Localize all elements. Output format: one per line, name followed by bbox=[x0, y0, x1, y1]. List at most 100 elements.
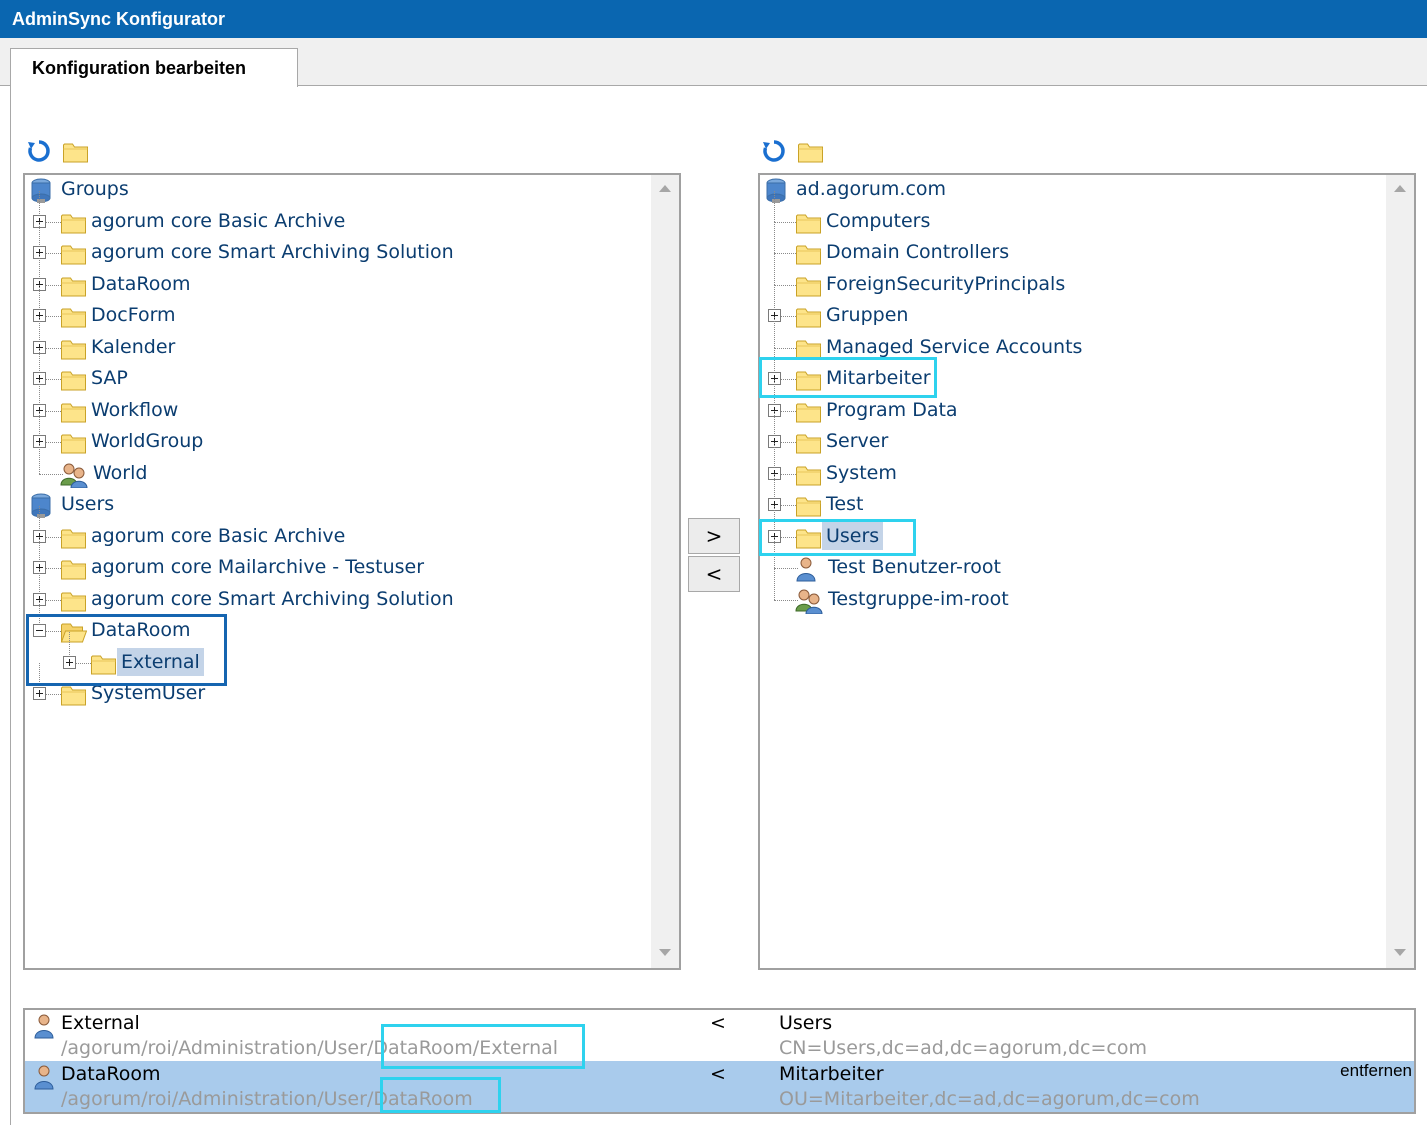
vertical-scrollbar[interactable] bbox=[1386, 175, 1414, 968]
tree-node[interactable]: agorum core Smart Archiving Solution bbox=[25, 222, 645, 266]
tree-node-label: Test Benutzer-root bbox=[828, 556, 1001, 578]
tree-node-label: DataRoom bbox=[91, 619, 191, 641]
folder-icon bbox=[60, 527, 87, 549]
tree-node[interactable]: SAP bbox=[25, 348, 645, 392]
tree-node[interactable]: WorldGroup bbox=[25, 411, 645, 455]
mapping-source-name: DataRoom bbox=[61, 1063, 161, 1085]
tree-connector bbox=[774, 568, 775, 600]
folder-icon bbox=[60, 306, 87, 328]
refresh-icon[interactable] bbox=[27, 139, 51, 163]
tree-node[interactable]: Mitarbeiter bbox=[760, 348, 1380, 392]
group-icon bbox=[795, 588, 823, 614]
folder-icon bbox=[90, 653, 117, 675]
mapping-source-path: /agorum/roi/Administration/User/DataRoom… bbox=[61, 1037, 559, 1059]
tree-node-label: ForeignSecurityPrincipals bbox=[826, 272, 1066, 295]
tree-node-label: Kalender bbox=[91, 335, 176, 358]
tree-node[interactable]: Program Data bbox=[760, 379, 1380, 424]
mapping-list[interactable]: External /agorum/roi/Administration/User… bbox=[23, 1008, 1416, 1114]
folder-icon bbox=[60, 369, 87, 391]
tree-connector bbox=[774, 190, 775, 222]
tree-node[interactable]: agorum core Basic Archive bbox=[25, 190, 645, 235]
tree-node-label: World bbox=[93, 461, 148, 484]
tree-node-label: WorldGroup bbox=[91, 430, 204, 452]
tree-node[interactable]: Workflow bbox=[25, 379, 645, 424]
mapping-row-selected[interactable]: DataRoom /agorum/roi/Administration/User… bbox=[25, 1061, 1414, 1112]
target-tree-panel[interactable]: ad.agorum.com Computers Domain Controllers… bbox=[758, 173, 1416, 970]
folder-icon[interactable] bbox=[62, 141, 89, 163]
folder-icon bbox=[795, 432, 822, 454]
tree-node[interactable]: Computers bbox=[760, 190, 1380, 235]
folder-icon bbox=[60, 401, 87, 423]
tree-node[interactable]: agorum core Mailarchive - Testuser bbox=[25, 537, 645, 581]
vertical-scrollbar[interactable] bbox=[651, 175, 679, 968]
scroll-down-arrow-icon[interactable] bbox=[659, 949, 671, 956]
user-icon bbox=[33, 1013, 55, 1039]
expand-plus-icon[interactable] bbox=[33, 687, 46, 700]
tree-node[interactable]: System bbox=[760, 442, 1380, 487]
scroll-up-arrow-icon[interactable] bbox=[659, 185, 671, 192]
tree-node[interactable]: DataRoom bbox=[25, 253, 645, 298]
tree-node[interactable]: Testgruppe-im-root bbox=[760, 568, 1380, 614]
mapping-target-dn: OU=Mitarbeiter,dc=ad,dc=agorum,dc=com bbox=[779, 1088, 1200, 1110]
tree-node[interactable]: Test Benutzer-root bbox=[760, 537, 1380, 581]
tree-connector bbox=[774, 222, 775, 253]
mapping-direction: < bbox=[710, 1063, 726, 1085]
tree-node[interactable]: World bbox=[25, 442, 645, 487]
tree-node[interactable]: agorum core Basic Archive bbox=[25, 505, 645, 550]
tree-node-label: agorum core Mailarchive - Testuser bbox=[91, 556, 425, 578]
tree-node[interactable]: Test bbox=[760, 474, 1380, 518]
tree-node[interactable]: External bbox=[25, 631, 645, 676]
tree-node[interactable]: Kalender bbox=[25, 316, 645, 361]
directory-icon bbox=[30, 178, 52, 204]
mapping-target-dn: CN=Users,dc=ad,dc=agorum,dc=com bbox=[779, 1037, 1147, 1059]
tree-node[interactable]: Gruppen bbox=[760, 285, 1380, 329]
folder-icon bbox=[60, 243, 87, 265]
folder-icon[interactable] bbox=[797, 141, 824, 163]
scroll-up-arrow-icon[interactable] bbox=[1394, 185, 1406, 192]
folder-icon bbox=[795, 243, 822, 265]
directory-icon bbox=[765, 178, 787, 204]
mapping-source-path: /agorum/roi/Administration/User/DataRoom bbox=[61, 1088, 473, 1110]
tree-node[interactable]: ad.agorum.com bbox=[760, 175, 1380, 203]
tree-node-label: SAP bbox=[91, 367, 128, 389]
tree-node[interactable]: agorum core Smart Archiving Solution bbox=[25, 568, 645, 613]
folder-icon bbox=[60, 684, 87, 706]
tree-node[interactable]: Domain Controllers bbox=[760, 222, 1380, 266]
tree-connector bbox=[774, 316, 775, 348]
refresh-icon[interactable] bbox=[762, 139, 786, 163]
tab-strip: Konfiguration bearbeiten bbox=[0, 38, 1427, 87]
tree-node[interactable]: ForeignSecurityPrincipals bbox=[760, 253, 1380, 298]
directory-icon bbox=[30, 493, 52, 519]
folder-icon bbox=[60, 590, 87, 612]
title-bar: AdminSync Konfigurator bbox=[0, 0, 1427, 38]
tree-node-label: Program Data bbox=[826, 398, 958, 421]
folder-open-icon bbox=[60, 621, 87, 643]
tree-node[interactable]: SystemUser bbox=[25, 663, 645, 707]
tab-konfiguration-bearbeiten[interactable]: Konfiguration bearbeiten bbox=[10, 48, 298, 87]
tree-node[interactable]: DataRoom bbox=[25, 600, 645, 644]
tree-node-label: Computers bbox=[826, 209, 931, 232]
remove-mapping-link[interactable]: entfernen bbox=[1340, 1061, 1412, 1081]
tree-node-label: Domain Controllers bbox=[826, 241, 1010, 263]
tree-node-label: System bbox=[826, 461, 897, 484]
tree-node[interactable]: Users bbox=[25, 490, 645, 518]
tree-node[interactable]: Groups bbox=[25, 175, 645, 203]
expand-plus-icon[interactable] bbox=[63, 655, 76, 669]
tree-node[interactable]: Users bbox=[760, 505, 1380, 550]
tree-node-label: DataRoom bbox=[91, 272, 191, 295]
add-mapping-button[interactable]: > bbox=[688, 518, 740, 554]
collapse-minus-icon[interactable] bbox=[33, 624, 46, 637]
remove-mapping-button[interactable]: < bbox=[688, 556, 740, 592]
tree-node[interactable]: DocForm bbox=[25, 285, 645, 329]
folder-icon bbox=[60, 275, 87, 297]
tree-node-label: agorum core Basic Archive bbox=[91, 209, 346, 232]
user-icon bbox=[33, 1064, 55, 1090]
folder-icon bbox=[60, 338, 87, 360]
mapping-row[interactable]: External /agorum/roi/Administration/User… bbox=[25, 1010, 1414, 1061]
tree-node[interactable]: Server bbox=[760, 411, 1380, 455]
folder-icon bbox=[60, 212, 87, 234]
source-tree-panel[interactable]: Groups agorum core Basic Archive agorum co… bbox=[23, 173, 681, 970]
scroll-down-arrow-icon[interactable] bbox=[1394, 949, 1406, 956]
tree-node[interactable]: Managed Service Accounts bbox=[760, 316, 1380, 361]
tree-connector bbox=[774, 253, 775, 285]
